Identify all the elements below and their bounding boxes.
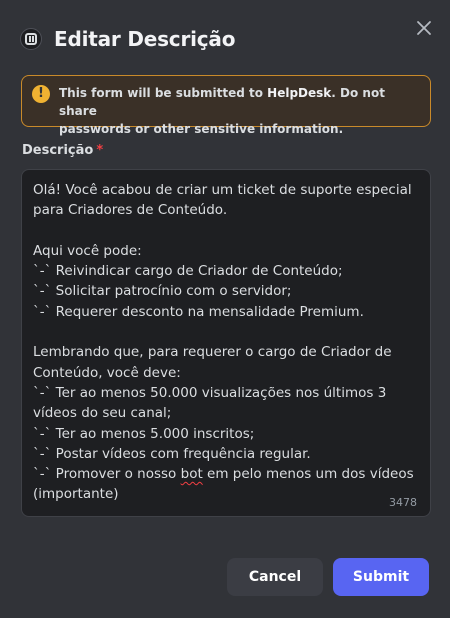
textarea-line: Olá! Você acabou de criar um ticket de s…: [33, 182, 412, 198]
textarea-line: Conteúdo, você deve:: [33, 364, 181, 381]
textarea-line: `-` Reivindicar cargo de Criador de Cont…: [33, 263, 343, 280]
textarea-line: `-` Ter ao menos 50.000 visualizações no…: [33, 384, 387, 401]
close-button[interactable]: [412, 16, 436, 40]
textarea-line: (importante): [33, 486, 119, 503]
modal-header: Editar Descrição: [20, 22, 235, 56]
textarea-line: `-` Requerer desconto na mensalidade Pre…: [33, 303, 364, 320]
required-mark: *: [96, 143, 104, 158]
textarea-line: Lembrando que, para requerer o cargo de …: [33, 344, 392, 361]
character-count: 3478: [389, 496, 417, 509]
edit-description-modal: Editar Descrição ! This form will be sub…: [0, 0, 450, 618]
notice-text-before: This form will be submitted to: [59, 86, 268, 100]
textarea-line: `-` Postar vídeos com frequência regular…: [33, 445, 311, 462]
cancel-button[interactable]: Cancel: [227, 558, 323, 596]
warning-icon: !: [32, 85, 50, 103]
spellcheck-word: bot: [180, 466, 203, 483]
description-label: Descrição *: [22, 143, 103, 158]
description-textarea[interactable]: Olá! Você acabou de criar um ticket de s…: [21, 169, 431, 517]
close-icon: [417, 21, 431, 35]
textarea-line: [33, 322, 418, 342]
notice-text-line2: passwords or other sensitive information…: [59, 122, 344, 136]
textarea-line: vídeos do seu canal;: [33, 405, 172, 422]
description-label-text: Descrição: [22, 143, 94, 158]
textarea-line: Aqui você pode:: [33, 242, 142, 259]
modal-title: Editar Descrição: [54, 27, 236, 51]
textarea-line: `-` Solicitar patrocínio com o servidor;: [33, 283, 292, 300]
textarea-line: [33, 221, 418, 241]
server-app-icon: [20, 28, 42, 50]
submit-button[interactable]: Submit: [333, 558, 429, 596]
textarea-line-spellcheck: `-` Promover o nosso bot em pelo menos u…: [33, 466, 414, 483]
notice-brand: HelpDesk: [267, 86, 332, 100]
textarea-line: `-` Ter ao menos 5.000 inscritos;: [33, 425, 255, 442]
helpdesk-notice: ! This form will be submitted to HelpDes…: [21, 75, 431, 136]
textarea-line: para Criadores de Conteúdo.: [33, 202, 228, 219]
notice-text: This form will be submitted to HelpDesk.…: [59, 84, 420, 138]
